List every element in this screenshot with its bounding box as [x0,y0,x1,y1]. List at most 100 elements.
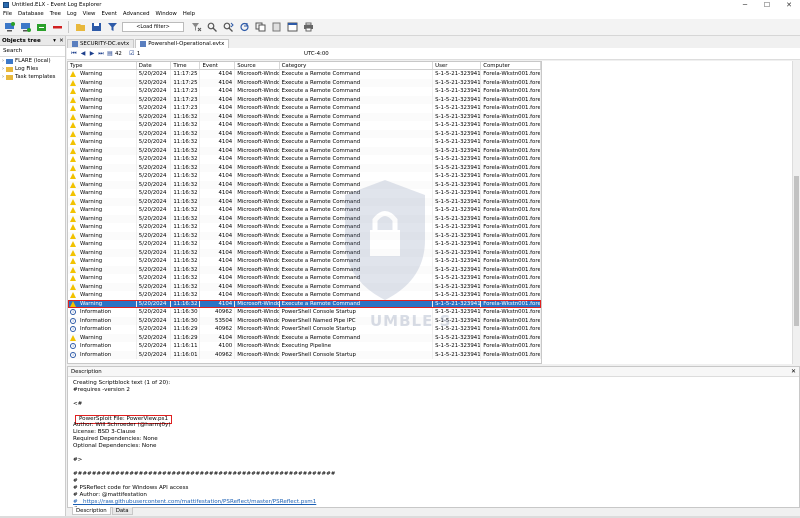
cell-event: 4104 [200,291,236,300]
table-row[interactable]: Warning 5/20/202411:16:32 PM4104Microsoft… [68,274,541,283]
grid-vertical-scrollbar[interactable] [792,61,800,369]
table-row[interactable]: Warning 5/20/202411:17:23 PM4104Microsoft… [68,87,541,96]
tab-security-dc[interactable]: SECURITY-DC.evtx [67,39,135,48]
table-row[interactable]: Warning 5/20/202411:16:32 PM4104Microsoft… [68,112,541,121]
column-header-event[interactable]: Event [200,62,236,69]
cell-event: 4104 [200,180,236,189]
log-window-icon[interactable] [286,21,298,33]
open-file-icon[interactable] [35,21,47,33]
table-row[interactable]: Warning 5/20/202411:16:32 PM4104Microsoft… [68,265,541,274]
table-row[interactable]: Warning 5/20/202411:16:32 PM4104Microsoft… [68,189,541,198]
add-log-icon[interactable] [19,21,31,33]
table-row[interactable]: Warning 5/20/202411:16:32 PM4104Microsoft… [68,248,541,257]
folder-open-icon[interactable] [74,21,86,33]
table-row[interactable]: Warning 5/20/202411:16:32 PM4104Microsoft… [68,206,541,215]
table-row[interactable]: i Information 5/20/202411:16:11 PM4100Micr… [68,342,541,351]
copy-icon[interactable] [254,21,266,33]
column-header-time[interactable]: Time [171,62,201,69]
table-row[interactable]: Warning 5/20/202411:16:32 PM4104Microsoft… [68,257,541,266]
menu-database[interactable]: Database [18,10,44,19]
pin-icon[interactable]: ▾ [51,38,58,44]
scrollbar-thumb[interactable] [794,176,799,326]
column-header-computer[interactable]: Computer [481,62,541,69]
table-row[interactable]: Warning 5/20/202411:16:32 PM4104Microsoft… [68,282,541,291]
filter-check-icon[interactable]: ☑ [128,50,136,57]
cell-category: Execute a Remote Command [280,78,434,87]
close-icon[interactable]: ✕ [778,0,800,10]
column-header-type[interactable]: Type [68,62,137,69]
table-row[interactable]: Warning 5/20/202411:17:23 PM4104Microsoft… [68,95,541,104]
description-close-icon[interactable]: ✕ [791,368,796,375]
psreflect-link[interactable]: # https://raw.githubusercontent.com/matt… [73,499,316,505]
column-header-category[interactable]: Category [280,62,434,69]
find-next-icon[interactable] [222,21,234,33]
remove-icon[interactable] [51,21,63,33]
table-row[interactable]: i Information 5/20/202411:16:30 PM40962Mic… [68,308,541,317]
bookmark-icon[interactable] [270,21,282,33]
table-row[interactable]: Warning 5/20/202411:16:32 PM4104Microsoft… [68,240,541,249]
maximize-icon[interactable]: ☐ [756,0,778,10]
minimize-icon[interactable]: ─ [734,0,756,10]
table-row[interactable]: Warning 5/20/202411:16:32 PM4104Microsoft… [68,291,541,300]
next-page-icon[interactable]: ▶ [88,50,96,57]
tree-node-flare[interactable]: › FLARE (local) [0,57,65,65]
cell-time: 11:16:29 PM [171,333,201,342]
table-row[interactable]: i Information 5/20/202411:16:29 PM40962Mic… [68,325,541,334]
objects-tree-title: Objects tree [2,37,41,44]
table-row[interactable]: Warning 5/20/202411:16:32 PM4104Microsoft… [68,214,541,223]
table-row[interactable]: Warning 5/20/202411:16:32 PM4104Microsoft… [68,223,541,232]
table-row[interactable]: Warning 5/20/202411:16:32 PM4104Microsoft… [68,172,541,181]
last-page-icon[interactable]: ⏭ [97,50,105,58]
tab-description[interactable]: Description [72,507,111,515]
menu-event[interactable]: Event [101,10,116,19]
column-header-user[interactable]: User [433,62,482,69]
cell-type: i Information [68,342,137,351]
tab-data[interactable]: Data [111,507,133,515]
table-row[interactable]: Warning 5/20/202411:16:32 PM4104Microsoft… [68,138,541,147]
table-row[interactable]: Warning 5/20/202411:16:32 PM4104Microsoft… [68,180,541,189]
clear-filter-icon[interactable] [190,21,202,33]
table-row[interactable]: Warning 5/20/202411:16:32 PM4104Microsoft… [68,197,541,206]
table-row[interactable]: Warning 5/20/202411:17:25 PM4104Microsoft… [68,70,541,79]
prev-page-icon[interactable]: ◀ [79,50,87,57]
menu-file[interactable]: File [3,10,12,19]
menu-log[interactable]: Log [67,10,77,19]
refresh-icon[interactable] [238,21,250,33]
load-filter-select[interactable]: <Load filter> [122,22,184,32]
menu-advanced[interactable]: Advanced [123,10,150,19]
column-header-date[interactable]: Date [137,62,172,69]
print-icon[interactable] [302,21,314,33]
table-row[interactable]: i Information 5/20/202411:16:01 PM40962Mic… [68,350,541,359]
save-icon[interactable] [90,21,102,33]
table-row[interactable]: Warning 5/20/202411:16:32 PM4104Microsoft… [68,231,541,240]
table-row[interactable]: Warning 5/20/202411:16:32 PM4104Microsoft… [68,163,541,172]
menu-help[interactable]: Help [183,10,195,19]
filter-icon[interactable] [106,21,118,33]
table-row[interactable]: i Information 5/20/202411:16:30 PM53504Mic… [68,316,541,325]
panel-close-icon[interactable]: ✕ [58,38,65,44]
table-row[interactable]: Warning 5/20/202411:17:23 PM4104Microsoft… [68,104,541,113]
table-row[interactable]: Warning 5/20/202411:16:32 PM4104Microsoft… [68,155,541,164]
menu-tree[interactable]: Tree [50,10,61,19]
table-row[interactable]: Warning 5/20/202411:16:32 PM4104Microsoft… [68,129,541,138]
table-row[interactable]: Warning 5/20/202411:16:32 PM4104Microsoft… [68,121,541,130]
cell-time: 11:16:11 PM [171,342,201,351]
description-line-text: ########################################… [73,471,336,477]
tree-node-log-files[interactable]: › Log Files [0,65,65,73]
table-row-selected[interactable]: Warning 5/20/202411:16:32 PM4104Microsoft… [68,299,541,308]
table-row[interactable]: Warning 5/20/202411:17:25 PM4104Microsoft… [68,78,541,87]
tab-powershell-operational[interactable]: Powershell-Operational.evtx [135,39,230,48]
tree-search[interactable]: Search [0,46,65,57]
menu-window[interactable]: Window [156,10,177,19]
table-row[interactable]: Warning 5/20/202411:16:29 PM4104Microsoft… [68,333,541,342]
event-grid[interactable]: Type Date Time Event Source Category Use… [67,61,542,364]
tree-node-task-templates[interactable]: › Task templates [0,73,65,81]
column-header-source[interactable]: Source [235,62,280,69]
new-computer-icon[interactable] [3,21,15,33]
cell-category: PowerShell Console Startup [280,350,434,359]
find-icon[interactable] [206,21,218,33]
menu-view[interactable]: View [83,10,96,19]
description-text[interactable]: Creating Scriptblock text (1 of 20): #req… [68,377,799,513]
table-row[interactable]: Warning 5/20/202411:16:32 PM4104Microsoft… [68,146,541,155]
first-page-icon[interactable]: ⏮ [70,50,78,58]
